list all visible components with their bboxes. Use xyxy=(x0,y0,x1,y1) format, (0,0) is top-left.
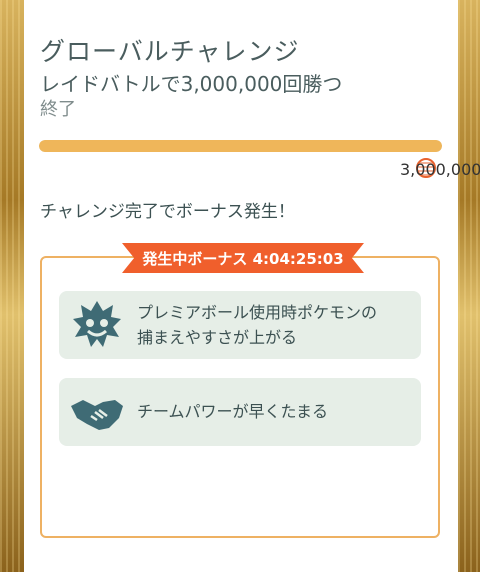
progress-fill xyxy=(39,140,442,152)
bonus-text: プレミアボール使用時ポケモンの 捕まえやすさが上がる xyxy=(137,300,377,350)
progress-bar xyxy=(39,140,442,152)
handshake-icon xyxy=(71,400,123,430)
bonus-header: 発生中ボーナス 4:04:25:03 xyxy=(122,243,364,273)
bonus-text-line: 捕まえやすさが上がる xyxy=(137,328,298,347)
gold-border-right xyxy=(458,0,480,572)
bonus-item-team-power: チームパワーが早くたまる xyxy=(59,378,421,446)
challenge-subtitle: レイドバトルで3,000,000回勝つ xyxy=(40,72,343,96)
gold-border-left xyxy=(0,0,24,572)
raid-boss-icon xyxy=(73,301,121,347)
goal-value: 3,000,000 xyxy=(400,160,480,179)
challenge-status: 終了 xyxy=(40,99,76,120)
challenge-card: グローバルチャレンジ レイドバトルで3,000,000回勝つ 終了 3,000,… xyxy=(24,0,480,572)
bonus-text-line: プレミアボール使用時ポケモンの xyxy=(137,303,378,322)
bonus-item-premier-ball: プレミアボール使用時ポケモンの 捕まえやすさが上がる xyxy=(59,291,421,359)
bonus-panel: 発生中ボーナス 4:04:25:03 プレミアボール使用時ポケモンの 捕まえやす… xyxy=(40,243,440,538)
challenge-title: グローバルチャレンジ xyxy=(40,37,300,66)
bonus-notice: チャレンジ完了でボーナス発生！ xyxy=(40,202,295,222)
bonus-text: チームパワーが早くたまる xyxy=(137,402,329,421)
